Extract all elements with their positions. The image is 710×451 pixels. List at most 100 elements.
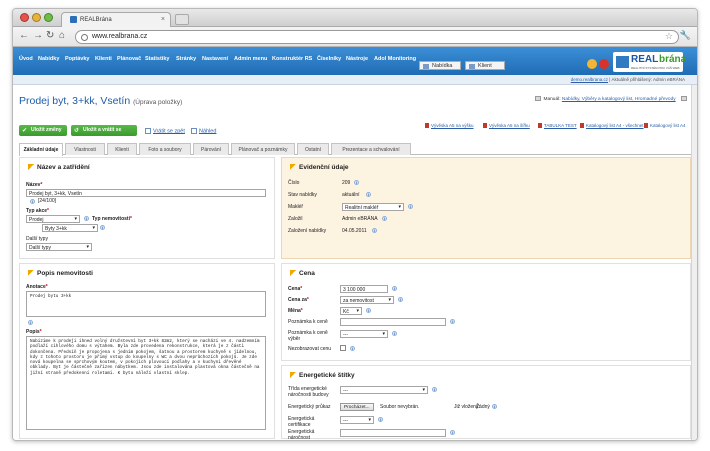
browser-titlebar: REALBrána × bbox=[13, 9, 697, 27]
energy-class-select[interactable]: --- ▾ bbox=[340, 386, 428, 394]
save-button[interactable]: ✔ Uložit změny bbox=[19, 125, 67, 136]
address-bar[interactable]: www.realbrana.cz ☆ bbox=[75, 30, 679, 44]
hide-price-checkbox[interactable] bbox=[340, 345, 346, 351]
info-icon[interactable]: i bbox=[366, 308, 371, 313]
export-link-catalog[interactable]: Katalogový list A4 bbox=[644, 123, 694, 129]
pdf-icon bbox=[538, 123, 542, 129]
price-note-input[interactable] bbox=[340, 318, 446, 326]
annotation-textarea[interactable]: Prodej bytu 3+kk bbox=[26, 291, 266, 317]
mode-offer-button[interactable]: Nabídka bbox=[419, 61, 461, 70]
nav-item-nastaveni[interactable]: Nastavení bbox=[202, 56, 228, 62]
price-panel: Cena Cena* 3 100 000 i Cena za* za nemov… bbox=[281, 263, 691, 361]
nav-item-nastroje[interactable]: Nástroje bbox=[346, 56, 368, 62]
price-note-select-label: Poznámka k ceně výběr bbox=[288, 330, 328, 342]
tab-photos-files[interactable]: Foto a soubory bbox=[139, 143, 191, 155]
export-label: Katalogový list A4 - všechnet bbox=[586, 123, 644, 128]
close-window-icon[interactable] bbox=[20, 13, 29, 22]
zoom-window-icon[interactable] bbox=[44, 13, 53, 22]
tab-basic-info[interactable]: Základní údaje bbox=[19, 143, 63, 156]
info-icon[interactable]: i bbox=[450, 319, 455, 324]
manual-links: Manuál: Nabídky, Výběry a katalogový lis… bbox=[535, 96, 689, 102]
logout-icon[interactable] bbox=[599, 59, 609, 69]
currency-label-text: Měna bbox=[288, 308, 301, 314]
nav-item-admin-menu[interactable]: Admin menu bbox=[234, 56, 267, 62]
broker-select[interactable]: Realitní makléř ▾ bbox=[342, 203, 404, 211]
nav-item-uvod[interactable]: Úvod bbox=[19, 56, 33, 62]
action-type-select[interactable]: Prodej ▾ bbox=[26, 215, 80, 223]
info-icon[interactable]: i bbox=[372, 228, 377, 233]
tab-properties[interactable]: Vlastnosti bbox=[65, 143, 105, 155]
pdf-icon bbox=[580, 123, 584, 129]
property-type-select[interactable]: Byty 3+kk ▾ bbox=[42, 224, 98, 232]
other-types-select[interactable]: Další typy ▾ bbox=[26, 243, 92, 251]
manual-link[interactable]: Nabídky, Výběry a katalogový list, Hroma… bbox=[562, 97, 676, 102]
description-textarea[interactable]: Nabízíme k prodeji ihned volný družstevn… bbox=[26, 336, 266, 430]
section-bullet-icon bbox=[28, 164, 34, 171]
nav-item-planovac[interactable]: Plánovač bbox=[117, 56, 141, 62]
tab-planner-notes[interactable]: Plánovač a poznámky bbox=[231, 143, 295, 155]
export-link-table-test[interactable]: TABULKA TEST bbox=[538, 123, 577, 129]
forward-arrow-icon[interactable]: → bbox=[33, 30, 43, 42]
info-icon[interactable]: i bbox=[392, 331, 397, 336]
property-type-label: Typ nemovitosti* bbox=[92, 216, 132, 222]
mode-client-button[interactable]: Klient bbox=[465, 61, 505, 70]
close-tab-icon[interactable]: × bbox=[161, 16, 165, 23]
nav-item-ciselniky[interactable]: Číselníky bbox=[317, 56, 341, 62]
info-icon[interactable]: i bbox=[100, 225, 105, 230]
nav-item-klienti[interactable]: Klienti bbox=[95, 56, 112, 62]
info-icon[interactable]: i bbox=[30, 199, 35, 204]
bookmark-star-icon[interactable]: ☆ bbox=[665, 31, 673, 42]
wrench-icon[interactable]: 🔧 bbox=[680, 30, 691, 41]
nav-item-poptavky[interactable]: Poptávky bbox=[65, 56, 89, 62]
tab-matching[interactable]: Párování bbox=[193, 143, 229, 155]
nav-item-konstrukter[interactable]: Konstruktér RS bbox=[272, 56, 312, 62]
price-input[interactable]: 3 100 000 bbox=[340, 285, 388, 293]
new-tab-button[interactable] bbox=[175, 14, 189, 25]
export-link-catalog-all[interactable]: Katalogový list A4 - všechnet bbox=[580, 123, 644, 129]
info-icon[interactable]: i bbox=[28, 320, 33, 325]
info-icon[interactable]: i bbox=[432, 387, 437, 392]
nav-item-nabidky[interactable]: Nabídky bbox=[38, 56, 59, 62]
minimize-window-icon[interactable] bbox=[32, 13, 41, 22]
tab-other[interactable]: Ostatní bbox=[297, 143, 329, 155]
currency-select[interactable]: Kč ▾ bbox=[340, 307, 362, 315]
name-input[interactable]: Prodej byt, 3+kk, Vsetín bbox=[26, 189, 266, 197]
energy-certification-select[interactable]: --- ▾ bbox=[340, 416, 374, 424]
nav-item-statistiky[interactable]: Statistiky bbox=[145, 56, 169, 62]
info-icon[interactable]: i bbox=[398, 297, 403, 302]
info-icon[interactable]: i bbox=[350, 346, 355, 351]
price-per-select[interactable]: za nemovitost ▾ bbox=[340, 296, 394, 304]
evidence-label: Makléř bbox=[288, 204, 304, 210]
info-icon[interactable]: i bbox=[450, 430, 455, 435]
chevron-down-icon: ▾ bbox=[368, 417, 371, 423]
browse-file-button[interactable]: Procházet... bbox=[340, 403, 374, 411]
tab-presentation-approval[interactable]: Prezentace a schvalování bbox=[331, 143, 411, 155]
site-link[interactable]: demo.realbrana.cz bbox=[571, 77, 608, 82]
nav-item-adol-monitoring[interactable]: Adol Monitoring bbox=[374, 56, 416, 62]
page-scrollbar[interactable] bbox=[691, 85, 697, 440]
info-icon[interactable]: i bbox=[84, 216, 89, 221]
info-icon[interactable]: i bbox=[354, 180, 359, 185]
save-and-back-button[interactable]: ↺ Uložit a vrátit se bbox=[71, 125, 137, 136]
info-icon[interactable]: i bbox=[378, 417, 383, 422]
info-icon[interactable]: i bbox=[408, 204, 413, 209]
export-link-a5-horizontal[interactable]: Vývěska A5 na šířku bbox=[483, 123, 530, 129]
info-icon[interactable]: i bbox=[492, 404, 497, 409]
back-link[interactable]: Vrátit se zpět bbox=[145, 128, 185, 134]
export-link-a5-vertical[interactable]: Vývěska A5 na výšku bbox=[425, 123, 474, 129]
notification-icon[interactable] bbox=[587, 59, 597, 69]
info-icon[interactable]: i bbox=[382, 216, 387, 221]
info-icon[interactable]: i bbox=[392, 286, 397, 291]
browser-tab[interactable]: REALBrána × bbox=[61, 12, 171, 27]
info-icon[interactable]: i bbox=[366, 192, 371, 197]
help-icon[interactable] bbox=[681, 96, 687, 101]
home-icon[interactable]: ⌂ bbox=[59, 30, 65, 42]
back-arrow-icon[interactable]: ← bbox=[19, 30, 29, 42]
tab-clients[interactable]: Klienti bbox=[107, 143, 137, 155]
energy-demand-input[interactable] bbox=[340, 429, 446, 437]
reload-icon[interactable]: ↻ bbox=[46, 30, 54, 42]
nav-item-stranky[interactable]: Stránky bbox=[176, 56, 196, 62]
preview-link[interactable]: Náhled bbox=[191, 128, 216, 134]
price-note-select[interactable]: --- ▾ bbox=[340, 330, 388, 338]
description-label: Popis* bbox=[26, 329, 42, 335]
